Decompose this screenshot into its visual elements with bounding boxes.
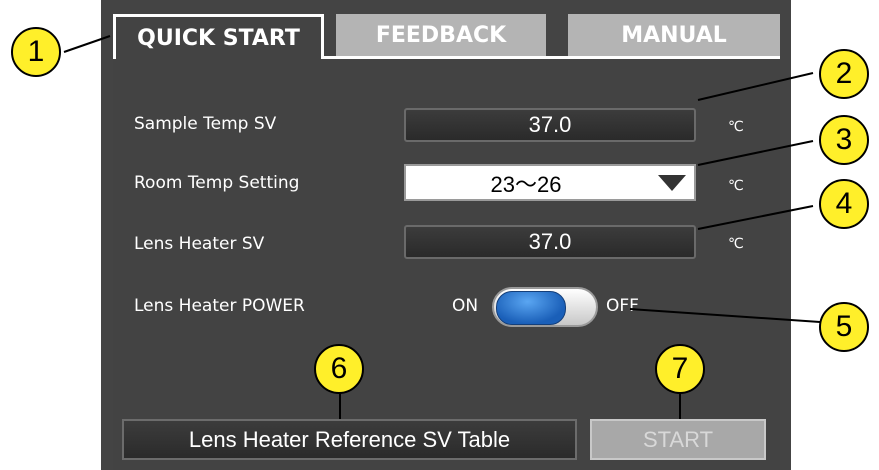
callout-5: 5 <box>819 302 869 352</box>
callout-4: 4 <box>819 179 869 229</box>
callout-2: 2 <box>819 49 869 99</box>
callout-3: 3 <box>819 115 869 165</box>
callout-7: 7 <box>655 344 705 394</box>
callout-leader-lines <box>63 35 821 419</box>
callout-6: 6 <box>314 344 364 394</box>
callout-1: 1 <box>11 27 61 77</box>
